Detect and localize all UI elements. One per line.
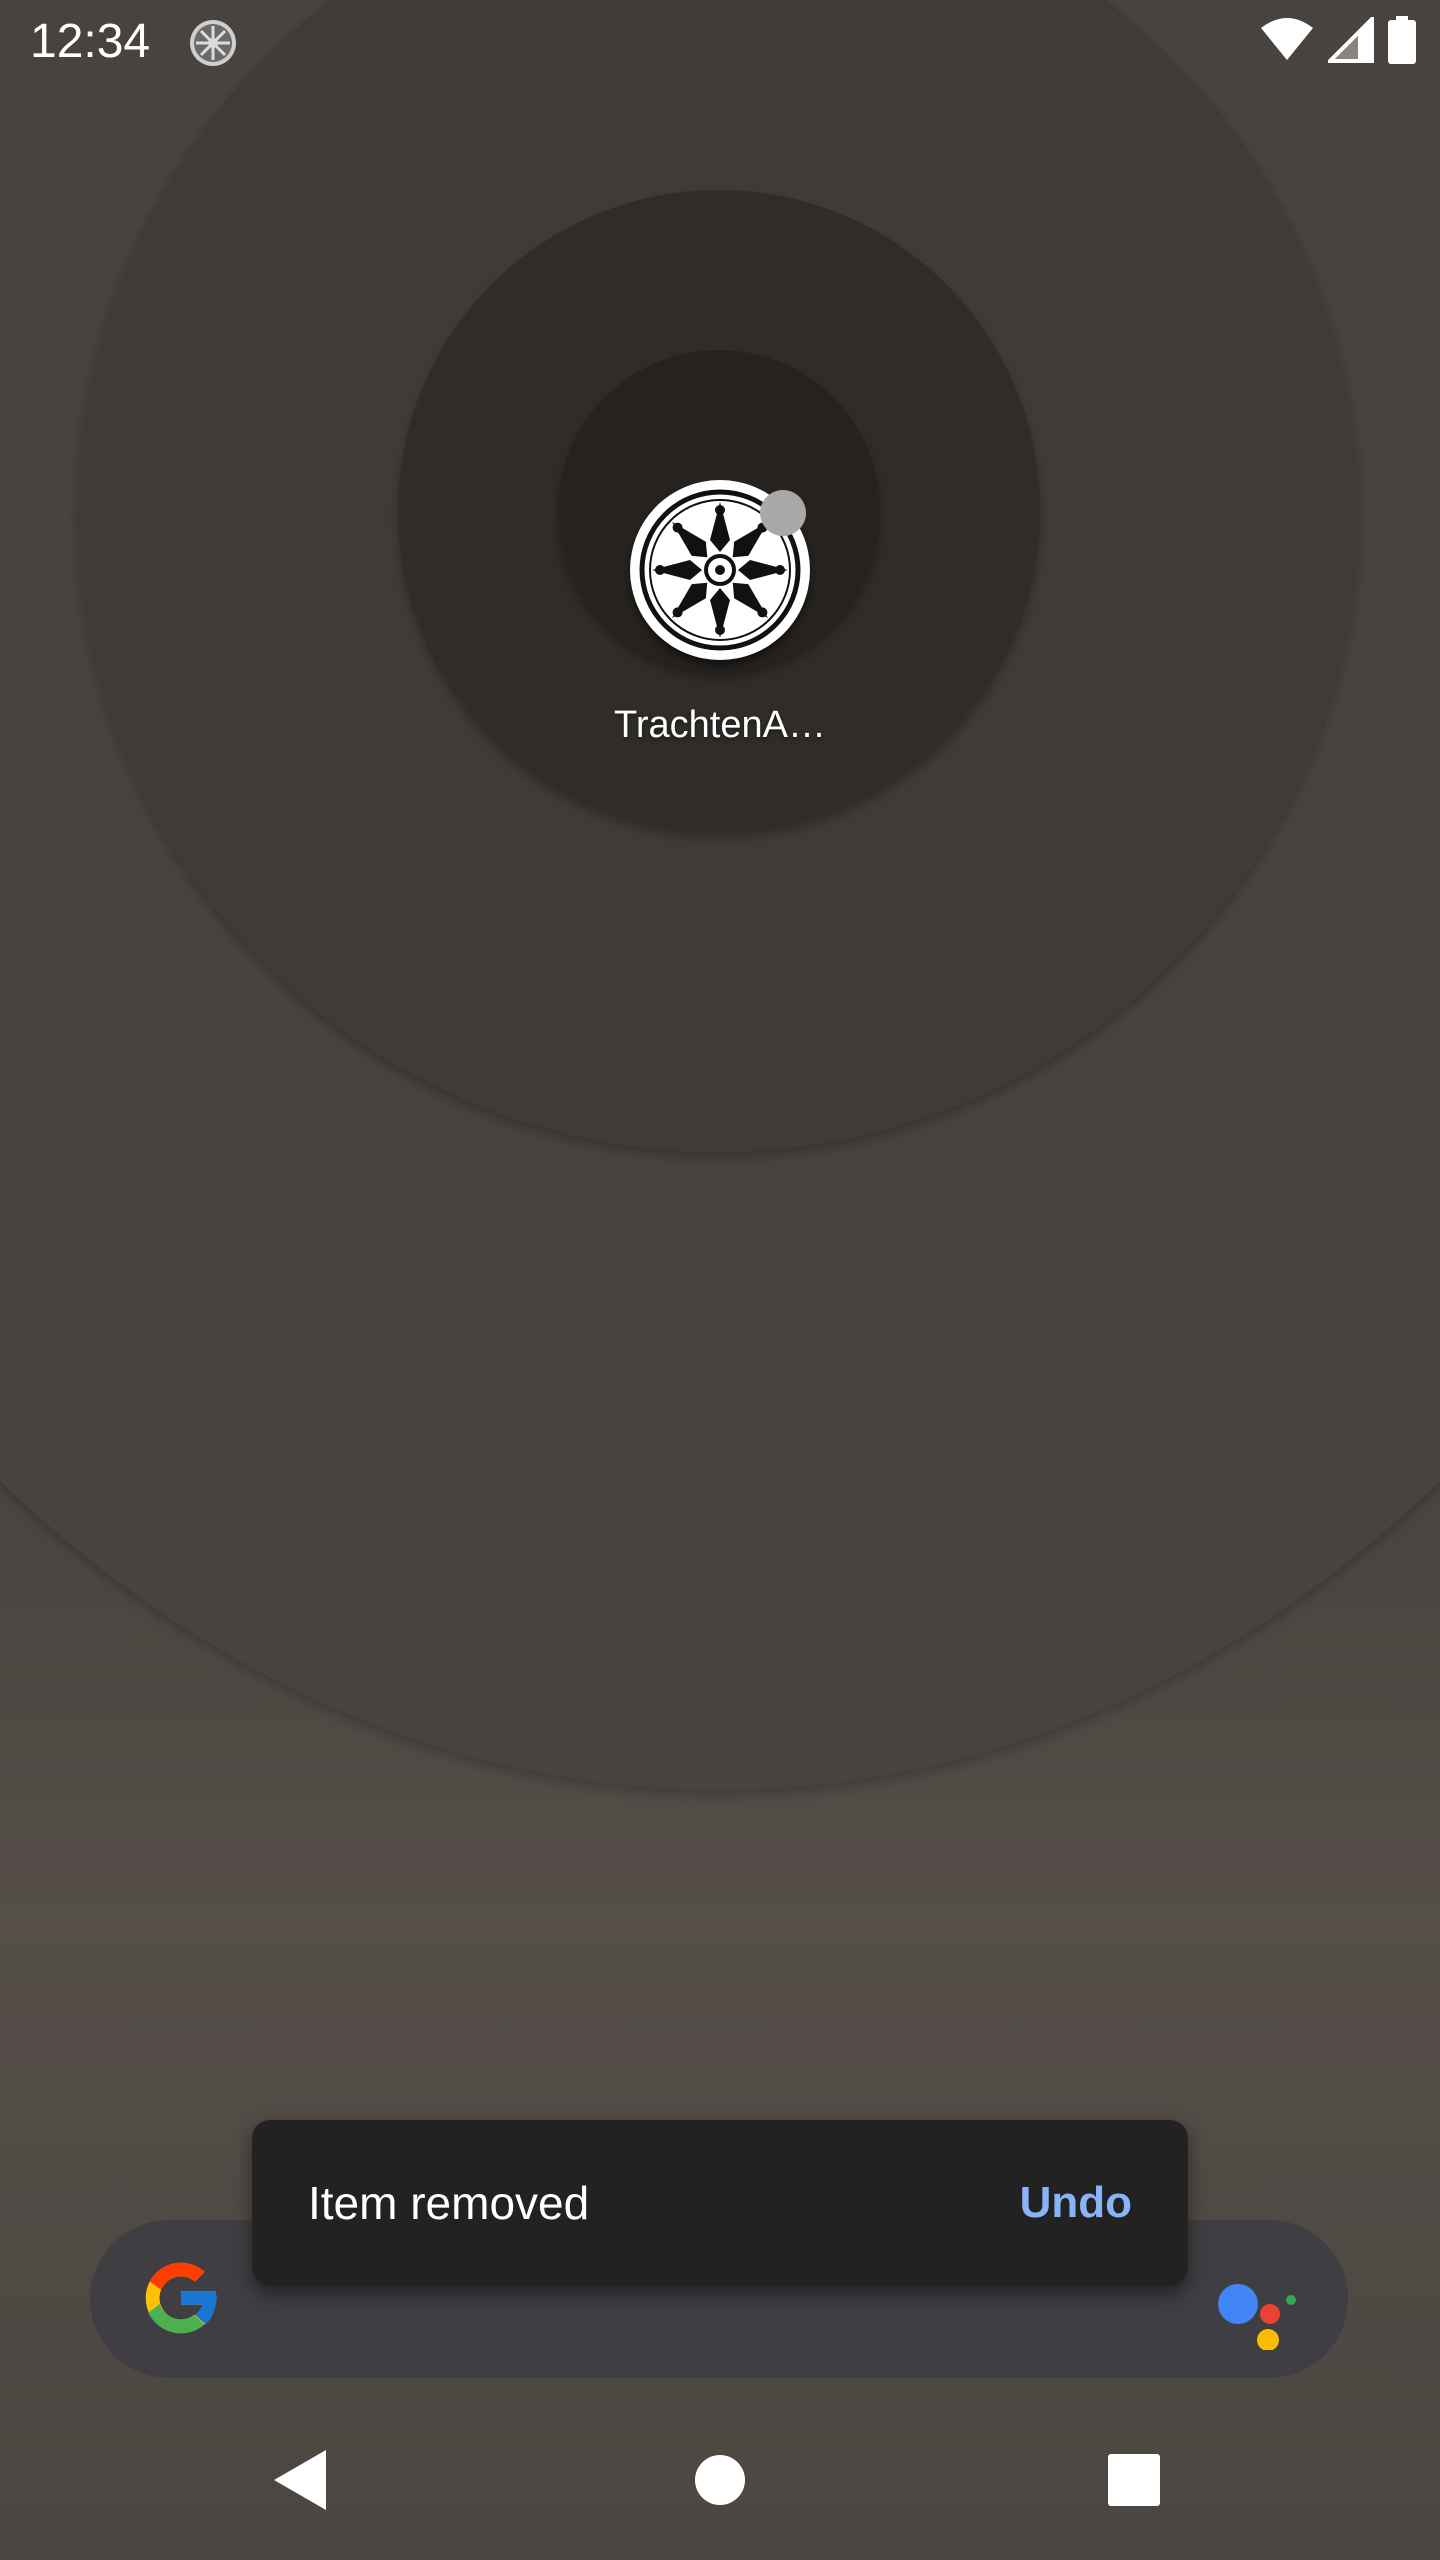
notification-app-icon [188, 18, 238, 68]
status-bar: 12:34 [0, 0, 1440, 84]
snackbar: Item removed Undo [252, 2120, 1188, 2286]
google-assistant-icon[interactable] [1210, 2260, 1300, 2351]
wifi-icon [1260, 17, 1314, 67]
notification-dot [760, 490, 806, 536]
snackbar-message: Item removed [308, 2177, 590, 2229]
google-g-icon[interactable] [135, 2252, 227, 2344]
home-icon[interactable] [680, 2440, 760, 2520]
app-label: TrachtenA… [614, 704, 826, 746]
app-shortcut[interactable]: TrachtenA… [600, 480, 840, 770]
home-screen: 12:34 TrachtenA… Item removed Undo [0, 0, 1440, 2560]
battery-icon [1388, 15, 1416, 69]
cell-signal-icon [1325, 13, 1374, 68]
status-icons [1260, 13, 1416, 69]
navigation-bar [0, 2400, 1440, 2560]
status-time: 12:34 [30, 15, 151, 68]
recents-icon[interactable] [1094, 2440, 1174, 2520]
undo-button[interactable]: Undo [1020, 2172, 1132, 2234]
back-icon[interactable] [260, 2440, 340, 2520]
